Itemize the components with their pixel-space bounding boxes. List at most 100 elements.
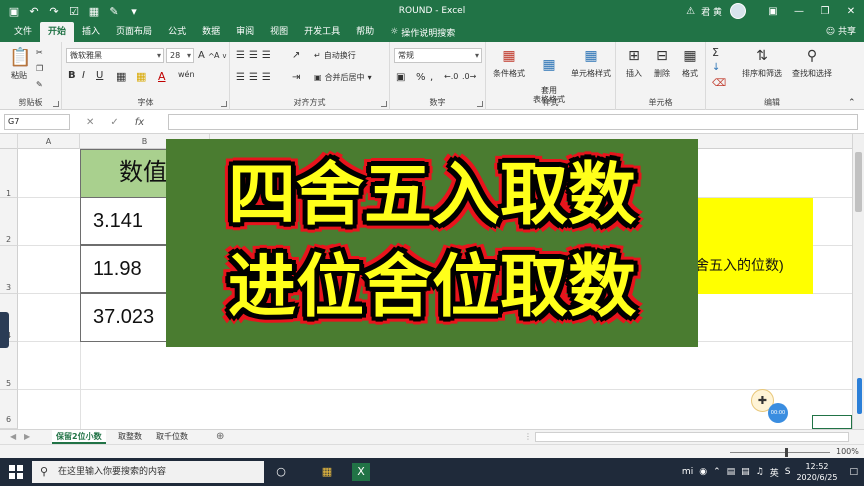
horizontal-scrollbar[interactable] bbox=[535, 432, 849, 442]
avatar[interactable] bbox=[730, 3, 746, 19]
vertical-scroll-thumb[interactable] bbox=[855, 152, 862, 212]
indent-icon[interactable]: ⇥ bbox=[292, 72, 300, 83]
merge-center-button[interactable]: ▣ 合并后居中 ▾ bbox=[314, 72, 372, 83]
phonetic-guide-icon[interactable]: wén bbox=[178, 70, 195, 79]
percent-button[interactable]: % bbox=[416, 72, 426, 83]
zoom-level[interactable]: 100% bbox=[836, 445, 859, 459]
grow-font-button[interactable]: A ^ bbox=[198, 50, 215, 61]
scroll-options-icon[interactable]: ⋮ bbox=[520, 430, 536, 444]
add-sheet-button[interactable]: ⊕ bbox=[212, 430, 228, 444]
chevron-up-icon[interactable]: ⌃ bbox=[713, 467, 721, 477]
mi-icon[interactable]: mi bbox=[682, 467, 693, 477]
increase-decimal-icon[interactable]: ←.0 bbox=[444, 72, 458, 81]
selected-cell[interactable] bbox=[812, 415, 852, 429]
tell-me-search[interactable]: ☼ 操作说明搜索 bbox=[382, 22, 463, 42]
tab-review[interactable]: 审阅 bbox=[228, 22, 262, 42]
customize-icon[interactable]: ▾ bbox=[126, 3, 142, 19]
battery-icon[interactable]: ▤ bbox=[727, 467, 736, 477]
tab-data[interactable]: 数据 bbox=[194, 22, 228, 42]
number-launcher[interactable] bbox=[477, 101, 483, 107]
autosum-icon[interactable]: Σ bbox=[712, 46, 719, 59]
tab-help[interactable]: 帮助 bbox=[348, 22, 382, 42]
tab-view[interactable]: 视图 bbox=[262, 22, 296, 42]
delete-cells-button[interactable]: ⊟ 删除 bbox=[648, 46, 676, 79]
timer-badge[interactable]: 00:00 bbox=[768, 403, 788, 423]
warning-icon[interactable]: ⚠ bbox=[686, 6, 695, 17]
notification-icon[interactable]: □ bbox=[849, 467, 858, 477]
sheet-tab-thousands[interactable]: 取千位数 bbox=[152, 430, 192, 444]
tab-page-layout[interactable]: 页面布局 bbox=[108, 22, 160, 42]
save-icon[interactable]: ▣ bbox=[6, 3, 22, 19]
format-as-table-button[interactable]: ▦ 套用 表格格式 bbox=[530, 46, 568, 104]
task-view-icon[interactable]: ○ bbox=[272, 463, 290, 481]
value-cell-b4[interactable]: 37.023 bbox=[80, 293, 170, 342]
taskbar-clock[interactable]: 12:52 2020/6/25 bbox=[796, 461, 837, 483]
windows-start-icon[interactable] bbox=[8, 464, 24, 480]
tab-file[interactable]: 文件 bbox=[6, 22, 40, 42]
minimize-button[interactable]: — bbox=[786, 0, 812, 22]
side-panel-handle[interactable] bbox=[0, 312, 9, 348]
share-button[interactable]: ☺ 共享 bbox=[826, 22, 856, 42]
insert-function-button[interactable]: fx bbox=[135, 117, 144, 128]
collapse-ribbon-icon[interactable]: ⌃ bbox=[848, 98, 856, 108]
clipboard-launcher[interactable] bbox=[53, 101, 59, 107]
network-icon[interactable]: ▤ bbox=[741, 467, 750, 477]
font-launcher[interactable] bbox=[221, 101, 227, 107]
tab-home[interactable]: 开始 bbox=[40, 22, 75, 42]
row-header-5[interactable]: 5 bbox=[0, 342, 18, 390]
font-name-dropdown[interactable]: 微软雅黑 ▾ bbox=[66, 48, 164, 63]
horizontal-align-icons[interactable]: ☰☰☰ bbox=[236, 72, 275, 83]
taskbar-search-box[interactable]: ⚲ 在这里输入你要搜索的内容 bbox=[32, 461, 264, 483]
volume-icon[interactable]: ♫ bbox=[756, 467, 764, 477]
header-cell-b1[interactable]: 数值 bbox=[80, 149, 170, 197]
zoom-slider[interactable] bbox=[730, 452, 830, 453]
sort-filter-button[interactable]: ⇅ 排序和筛选 bbox=[736, 46, 788, 79]
zoom-slider-knob[interactable] bbox=[785, 448, 788, 457]
row-header-6[interactable]: 6 bbox=[0, 390, 18, 429]
sheet-tab-integer[interactable]: 取整数 bbox=[114, 430, 146, 444]
insert-cells-button[interactable]: ⊞ 插入 bbox=[620, 46, 648, 79]
cut-button[interactable]: ✂ bbox=[36, 48, 43, 57]
tab-insert[interactable]: 插入 bbox=[74, 22, 108, 42]
sogou-icon[interactable]: S bbox=[785, 467, 791, 477]
italic-button[interactable]: I bbox=[82, 70, 85, 81]
sheet-tab-keep-2-decimals[interactable]: 保留2位小数 bbox=[52, 430, 106, 444]
find-select-button[interactable]: ⚲ 查找和选择 bbox=[786, 46, 838, 79]
select-all-corner[interactable] bbox=[0, 134, 18, 149]
app-tray-icon[interactable]: ◉ bbox=[699, 467, 707, 477]
format-painter-button[interactable]: ✎ bbox=[36, 80, 43, 89]
column-header-a[interactable]: A bbox=[18, 134, 80, 149]
undo-icon[interactable]: ↶ bbox=[26, 3, 42, 19]
underline-button[interactable]: U bbox=[96, 70, 103, 81]
conditional-format-button[interactable]: ▦ 条件格式 bbox=[490, 46, 528, 79]
wrap-text-button[interactable]: ↵ 自动换行 bbox=[314, 50, 356, 61]
name-box[interactable]: G7 bbox=[4, 114, 70, 130]
redo-icon[interactable]: ↷ bbox=[46, 3, 62, 19]
value-cell-b3[interactable]: 11.98 bbox=[80, 245, 170, 293]
comma-button[interactable]: , bbox=[430, 72, 433, 83]
prev-sheet-icon[interactable]: ◀ bbox=[6, 430, 20, 444]
value-cell-b2[interactable]: 3.141 bbox=[80, 197, 170, 245]
ime-indicator[interactable]: 英 bbox=[770, 466, 779, 479]
font-size-dropdown[interactable]: 28 ▾ bbox=[166, 48, 194, 63]
next-sheet-icon[interactable]: ▶ bbox=[20, 430, 34, 444]
user-name[interactable]: 君 黄 bbox=[701, 5, 722, 18]
fill-icon[interactable]: ↓ bbox=[712, 62, 720, 73]
number-format-dropdown[interactable]: 常规 ▾ bbox=[394, 48, 482, 63]
vertical-align-icons[interactable]: ☰☰☰ bbox=[236, 50, 275, 61]
borders-icon[interactable]: ▦ bbox=[116, 70, 126, 83]
bold-button[interactable]: B bbox=[68, 70, 76, 81]
paint-icon[interactable]: ✎ bbox=[106, 3, 122, 19]
row-header-2[interactable]: 2 bbox=[0, 198, 18, 246]
highlighted-note-cell[interactable] bbox=[695, 198, 813, 294]
currency-icon[interactable]: ▣ bbox=[396, 72, 405, 83]
alignment-launcher[interactable] bbox=[381, 101, 387, 107]
copy-button[interactable]: ❐ bbox=[36, 64, 43, 73]
ribbon-display-icon[interactable]: ▣ bbox=[760, 0, 786, 22]
formula-input[interactable] bbox=[168, 114, 858, 130]
shrink-font-button[interactable]: Av bbox=[214, 51, 226, 60]
row-header-3[interactable]: 3 bbox=[0, 246, 18, 294]
file-explorer-icon[interactable]: ▦ bbox=[318, 463, 336, 481]
row-header-1[interactable]: 1 bbox=[0, 149, 18, 198]
checkbox-icon[interactable]: ☑ bbox=[66, 3, 82, 19]
